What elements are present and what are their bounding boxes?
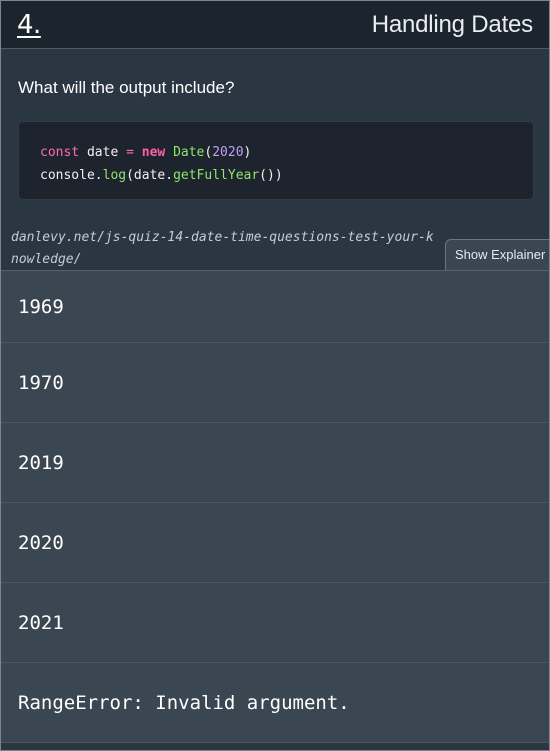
- code-var-date: date: [79, 145, 127, 160]
- answer-option[interactable]: 2020: [1, 503, 549, 583]
- answer-option[interactable]: 1970: [1, 343, 549, 423]
- code-keyword-const: const: [40, 145, 80, 160]
- question-prompt: What will the output include?: [18, 78, 235, 97]
- source-link[interactable]: danlevy.net/js-quiz-14-date-time-questio…: [11, 227, 441, 271]
- code-arg-open: (date.: [126, 168, 174, 183]
- answer-option[interactable]: RangeError: Invalid argument.: [1, 663, 549, 743]
- code-snippet: const date = new Date(2020) console.log(…: [18, 121, 534, 200]
- show-explainer-button[interactable]: Show Explainer: [445, 239, 549, 270]
- code-paren-close: ): [243, 145, 252, 160]
- code-operator-eq: =: [126, 145, 134, 160]
- code-console: console.: [40, 168, 103, 183]
- code-arg-close: ()): [259, 168, 283, 183]
- answer-option[interactable]: 1969: [1, 271, 549, 343]
- answer-option[interactable]: 2019: [1, 423, 549, 503]
- code-fn-getfullyear: getFullYear: [173, 168, 260, 183]
- question-number: 4.: [17, 10, 41, 40]
- quiz-card: 4. Handling Dates What will the output i…: [0, 0, 550, 751]
- answer-list: 1969 1970 2019 2020 2021 RangeError: Inv…: [1, 270, 549, 743]
- code-fn-log: log: [102, 168, 127, 183]
- question-title: Handling Dates: [371, 11, 534, 38]
- question-header: 4. Handling Dates: [1, 1, 549, 49]
- code-class-date: Date: [173, 145, 205, 160]
- code-number-2020: 2020: [212, 145, 244, 160]
- answer-option[interactable]: 2021: [1, 583, 549, 663]
- code-keyword-new: new: [141, 145, 166, 160]
